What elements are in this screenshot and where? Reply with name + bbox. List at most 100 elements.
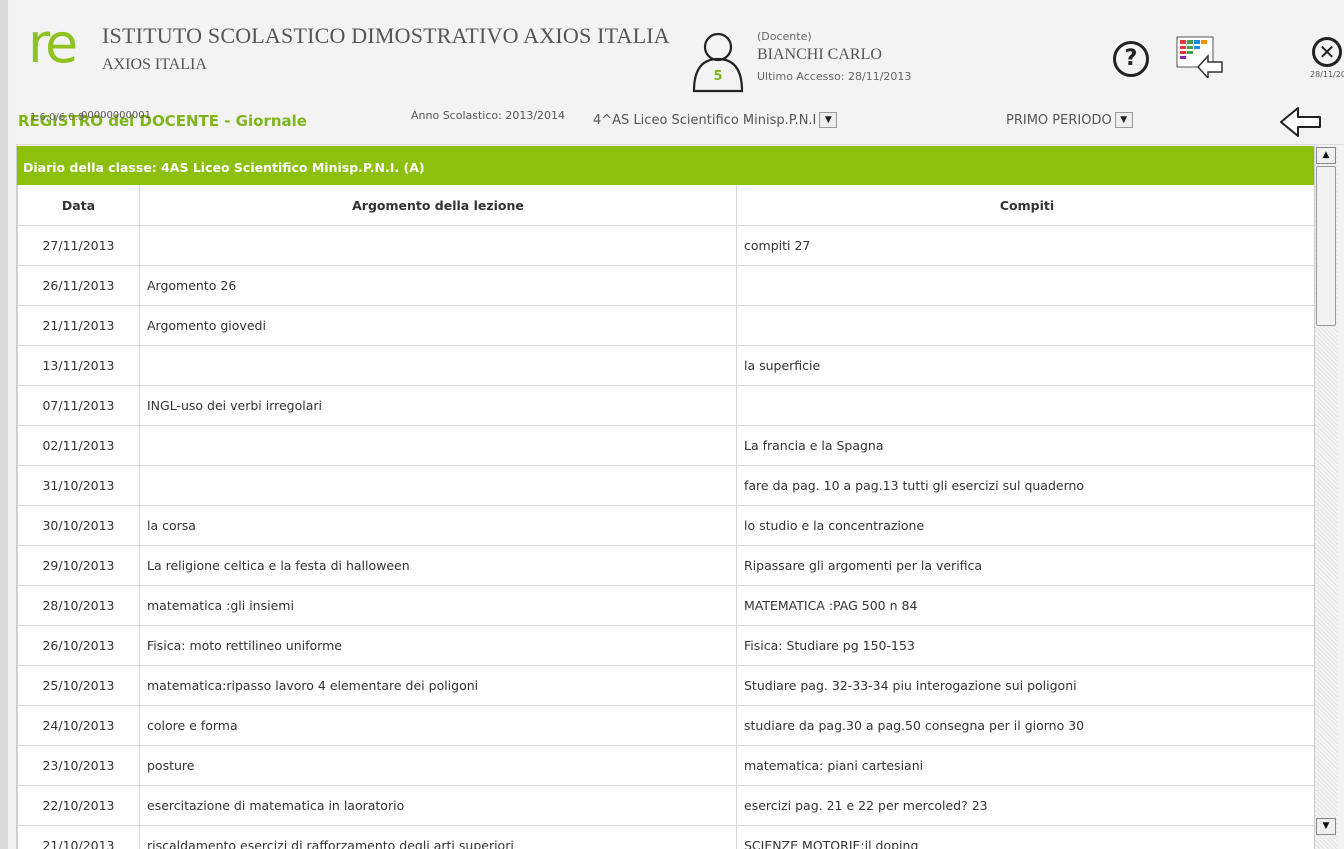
cell-homework[interactable] [736,305,1317,346]
cell-homework[interactable]: Fisica: Studiare pg 150-153 [736,625,1317,666]
table-row[interactable]: 21/10/2013 riscaldamento esercizi di raff… [17,825,1317,849]
cell-date[interactable]: 30/10/2013 [17,505,140,546]
user-badge-number: 5 [713,69,722,84]
column-header-topic[interactable]: Argomento della lezione [139,185,737,226]
table-row[interactable]: 26/10/2013 Fisica: moto rettilineo unifor… [17,625,1317,666]
table-row[interactable]: 21/11/2013 Argomento giovedi [17,305,1317,346]
column-header-homework[interactable]: Compiti [736,185,1317,226]
cell-homework[interactable]: SCIENZE MOTORIE:il doping [736,825,1317,849]
toolbar: REGISTRO del DOCENTE - Giornale 4^AS Lic… [16,100,1344,145]
cell-homework[interactable]: studiare da pag.30 a pag.50 consegna per… [736,705,1317,746]
export-icon[interactable] [1176,36,1224,78]
cell-date[interactable]: 31/10/2013 [17,465,140,506]
period-select[interactable]: PRIMO PERIODO ▼ [1006,112,1133,132]
cell-date[interactable]: 22/10/2013 [17,785,140,826]
table-header-row: Data Argomento della lezione Compiti [17,185,1317,226]
cell-topic[interactable] [139,225,737,266]
cell-date[interactable]: 29/10/2013 [17,545,140,586]
cell-topic[interactable]: La religione celtica e la festa di hallo… [139,545,737,586]
table-row[interactable]: 26/11/2013 Argomento 26 [17,265,1317,306]
diary-table: Data Argomento della lezione Compiti 27/… [17,185,1317,849]
table-row[interactable]: 13/11/2013 la superficie [17,345,1317,386]
cell-homework[interactable]: lo studio e la concentrazione [736,505,1317,546]
table-row[interactable]: 02/11/2013 La francia e la Spagna [17,425,1317,466]
cell-homework[interactable]: compiti 27 [736,225,1317,266]
scroll-down-icon[interactable]: ▼ [1316,818,1336,835]
table-row[interactable]: 07/11/2013 INGL-uso dei verbi irregolari [17,385,1317,426]
cell-homework[interactable]: MATEMATICA :PAG 500 n 84 [736,585,1317,626]
cell-homework[interactable]: Studiare pag. 32-33-34 piu interogazione… [736,665,1317,706]
cell-homework[interactable] [736,265,1317,306]
cell-homework[interactable]: la superficie [736,345,1317,386]
back-arrow-icon[interactable] [1278,104,1322,140]
cell-topic[interactable]: riscaldamento esercizi di rafforzamento … [139,825,737,849]
school-year: Anno Scolastico: 2013/2014 [411,109,566,122]
version-info: 1.6.0/6.0.8 [30,112,85,123]
cell-homework[interactable]: esercizi pag. 21 e 22 per mercoled? 23 [736,785,1317,826]
cell-topic[interactable]: posture [139,745,737,786]
cell-homework[interactable]: La francia e la Spagna [736,425,1317,466]
cell-date[interactable]: 21/10/2013 [17,825,140,849]
cell-date[interactable]: 13/11/2013 [17,345,140,386]
user-name: BIANCHI CARLO [757,46,882,63]
class-select[interactable]: 4^AS Liceo Scientifico Minisp.P.N.I ▼ [593,112,838,132]
cell-date[interactable]: 23/10/2013 [17,745,140,786]
table-row[interactable]: 28/10/2013 matematica :gli insiemi MATEMAT… [17,585,1317,626]
cell-topic[interactable] [139,425,737,466]
cell-topic[interactable]: Argomento giovedi [139,305,737,346]
cell-topic[interactable]: la corsa [139,505,737,546]
cell-homework[interactable] [736,385,1317,426]
column-header-date[interactable]: Data [17,185,140,226]
app-window: re ISTITUTO SCOLASTICO DIMOSTRATIVO AXIO… [0,0,1344,849]
table-row[interactable]: 22/10/2013 esercitazione di matematica in… [17,785,1317,826]
cell-date[interactable]: 07/11/2013 [17,385,140,426]
period-select-value: PRIMO PERIODO [1006,112,1112,128]
table-row[interactable]: 27/11/2013 compiti 27 [17,225,1317,266]
table-row[interactable]: 29/10/2013 La religione celtica e la fest… [17,545,1317,586]
cell-topic[interactable]: matematica:ripasso lavoro 4 elementare d… [139,665,737,706]
cell-date[interactable]: 02/11/2013 [17,425,140,466]
cell-topic[interactable] [139,465,737,506]
cell-topic[interactable]: INGL-uso dei verbi irregolari [139,385,737,426]
chevron-down-icon[interactable]: ▼ [819,112,838,128]
window-edge [1338,146,1344,849]
cell-topic[interactable]: colore e forma [139,705,737,746]
close-icon[interactable]: ✕ [1312,37,1342,67]
help-icon[interactable]: ? [1113,41,1149,77]
cell-homework[interactable]: matematica: piani cartesiani [736,745,1317,786]
table-row[interactable]: 25/10/2013 matematica:ripasso lavoro 4 el… [17,665,1317,706]
cell-homework[interactable]: Ripassare gli argomenti per la verifica [736,545,1317,586]
cell-date[interactable]: 27/11/2013 [17,225,140,266]
cell-topic[interactable]: Fisica: moto rettilineo uniforme [139,625,737,666]
cell-topic[interactable]: matematica :gli insiemi [139,585,737,626]
scroll-up-icon[interactable]: ▲ [1316,147,1336,164]
app-logo: re [28,12,78,75]
table-row[interactable]: 23/10/2013 posture matematica: piani carte… [17,745,1317,786]
vertical-scrollbar[interactable]: ▲ ▼ [1314,146,1339,849]
cell-date[interactable]: 28/10/2013 [17,585,140,626]
class-diary-panel: Diario della classe: 4AS Liceo Scientifi… [16,146,1317,849]
close-date: 28/11/2013 [1310,70,1344,79]
table-row[interactable]: 24/10/2013 colore e forma studiare da pag.… [17,705,1317,746]
table-row[interactable]: 30/10/2013 la corsa lo studio e la concent… [17,505,1317,546]
cell-date[interactable]: 21/11/2013 [17,305,140,346]
cell-topic[interactable]: Argomento 26 [139,265,737,306]
school-subtitle: AXIOS ITALIA [102,56,207,73]
school-name: ISTITUTO SCOLASTICO DIMOSTRATIVO AXIOS I… [102,23,670,48]
last-access: Ultimo Accesso: 28/11/2013 [757,70,912,83]
school-code: 00000000001 [81,110,151,121]
cell-date[interactable]: 26/10/2013 [17,625,140,666]
panel-title: Diario della classe: 4AS Liceo Scientifi… [17,146,1317,185]
table-row[interactable]: 31/10/2013 fare da pag. 10 a pag.13 tutti… [17,465,1317,506]
cell-date[interactable]: 25/10/2013 [17,665,140,706]
chevron-down-icon[interactable]: ▼ [1114,112,1133,128]
cell-homework[interactable]: fare da pag. 10 a pag.13 tutti gli eserc… [736,465,1317,506]
diary-table-body: 27/11/2013 compiti 27 26/11/2013 Argomento … [17,225,1317,849]
cell-topic[interactable] [139,345,737,386]
cell-date[interactable]: 26/11/2013 [17,265,140,306]
cell-topic[interactable]: esercitazione di matematica in laoratori… [139,785,737,826]
scroll-thumb[interactable] [1316,166,1336,326]
user-avatar-icon[interactable]: 5 [690,31,746,93]
cell-date[interactable]: 24/10/2013 [17,705,140,746]
class-select-value: 4^AS Liceo Scientifico Minisp.P.N.I [593,112,817,128]
